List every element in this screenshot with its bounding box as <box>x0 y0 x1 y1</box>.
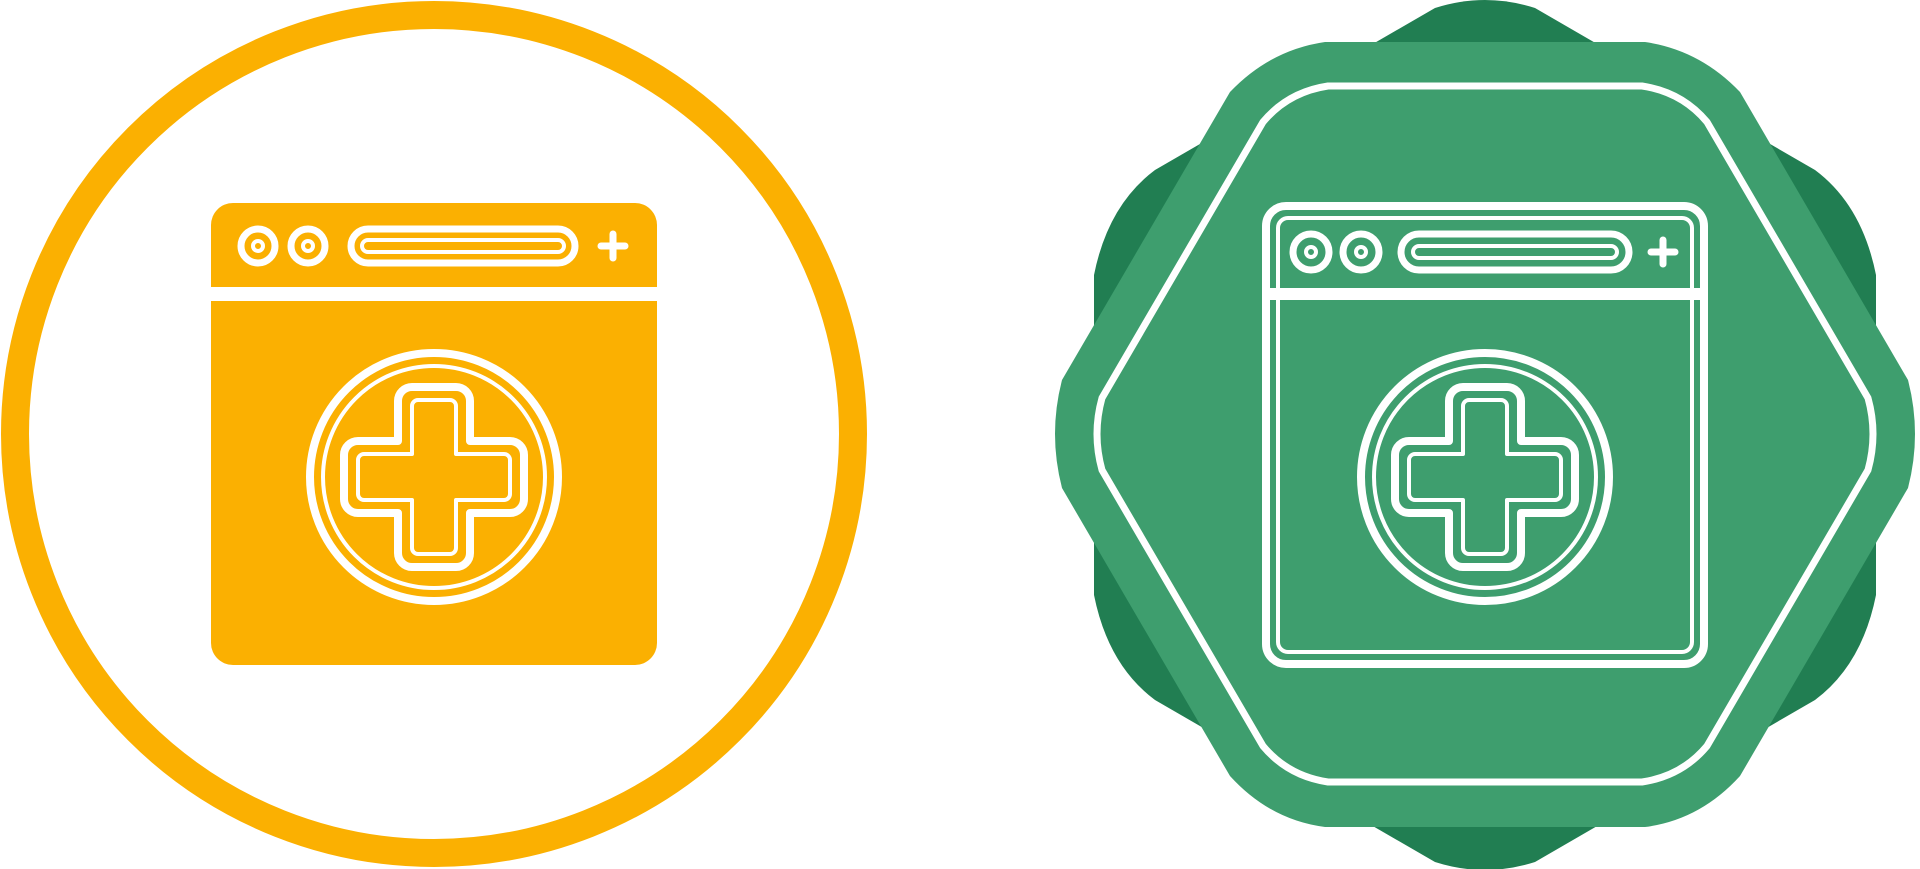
green-badge <box>1050 0 1920 869</box>
browser-window-icon <box>211 203 657 665</box>
window-frame <box>211 203 657 665</box>
header-divider <box>211 287 657 301</box>
medical-browser-icon-line <box>1055 0 1915 869</box>
icon-sheet <box>0 0 1920 869</box>
medical-browser-icon-solid <box>1 1 867 867</box>
yellow-badge <box>0 0 870 869</box>
